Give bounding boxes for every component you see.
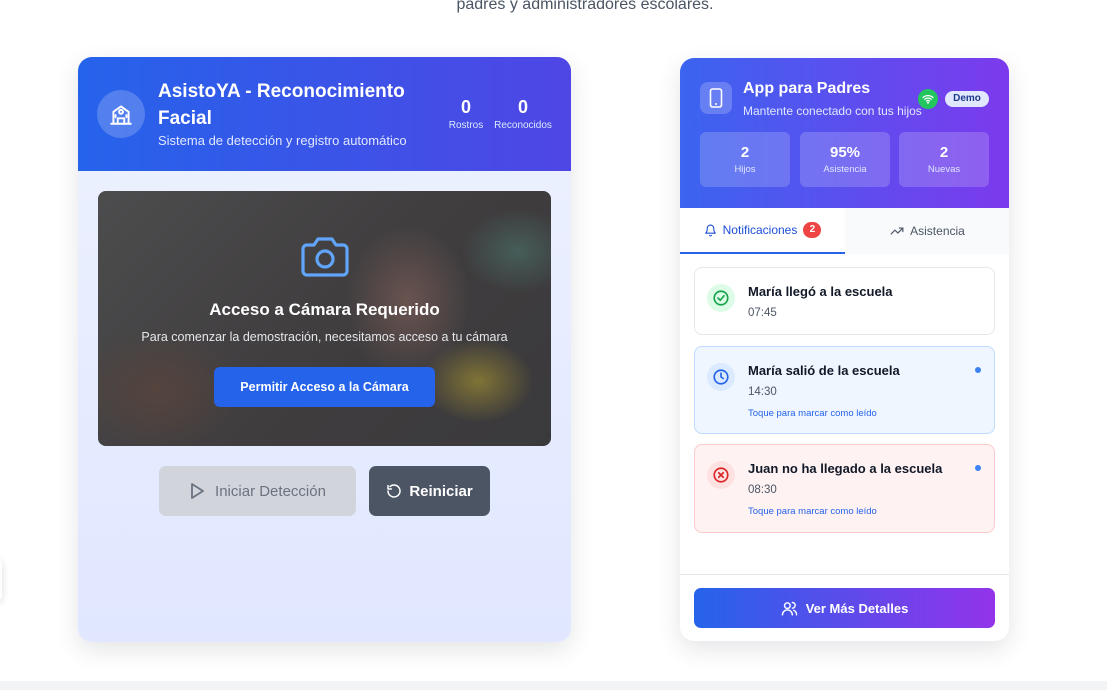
facial-recognition-card: AsistoYA - Reconocimiento Facial Sistema… — [78, 57, 571, 642]
parent-app-tabs: Notificaciones 2 Asistencia — [680, 208, 1009, 254]
notification-time: 07:45 — [748, 307, 777, 319]
parent-app-card: App para Padres Mantente conectado con t… — [680, 58, 1009, 641]
demo-badge: Demo — [945, 91, 989, 107]
start-detection-button[interactable]: Iniciar Detección — [159, 466, 356, 516]
parent-app-title: App para Padres — [743, 80, 871, 97]
start-detection-label: Iniciar Detección — [215, 482, 326, 500]
more-details-button[interactable]: Ver Más Detalles — [694, 588, 995, 628]
camera-required-description: Para comenzar la demostración, necesitam… — [141, 330, 508, 344]
notification-item[interactable]: María llegó a la escuela 07:45 — [694, 267, 995, 335]
new-label: Nuevas — [927, 164, 961, 175]
reset-label: Reiniciar — [409, 482, 473, 500]
new-count: 2 — [939, 144, 949, 161]
children-label: Hijos — [734, 164, 756, 175]
bell-icon — [704, 224, 716, 236]
camera-required-title: Acceso a Cámara Requerido — [209, 300, 440, 319]
attendance-value: 95% — [829, 144, 861, 161]
notification-item[interactable]: Juan no ha llegado a la escuela 08:30 To… — [694, 444, 995, 533]
recognized-label: Reconocidos — [494, 120, 552, 131]
children-stat: 2 Hijos — [700, 132, 790, 187]
reset-button[interactable]: Reiniciar — [369, 466, 490, 516]
x-circle-icon — [707, 461, 735, 489]
offscreen-panel-edge — [0, 560, 2, 600]
recognized-stat: 0 Reconocidos — [493, 97, 553, 131]
tab-notifications[interactable]: Notificaciones 2 — [680, 208, 845, 254]
next-section-edge — [0, 681, 1107, 690]
notification-time: 08:30 — [748, 484, 777, 496]
tab-attendance[interactable]: Asistencia — [845, 208, 1009, 254]
facial-card-header: AsistoYA - Reconocimiento Facial Sistema… — [78, 57, 571, 171]
parent-app-header: App para Padres Mantente conectado con t… — [680, 58, 1009, 208]
check-circle-icon — [707, 284, 735, 312]
trending-up-icon — [890, 227, 904, 235]
children-count: 2 — [740, 144, 750, 161]
tab-attendance-label: Asistencia — [910, 224, 965, 238]
notification-title: María llegó a la escuela — [748, 284, 893, 299]
intro-text: padres y administradores escolares. — [456, 0, 714, 13]
clock-icon — [707, 363, 735, 391]
faces-stat: 0 Rostros — [448, 97, 484, 131]
facial-card-title: AsistoYA - Reconocimiento Facial — [158, 81, 405, 129]
mark-as-read-hint: Toque para marcar como leído — [748, 408, 877, 419]
unread-dot — [975, 367, 981, 373]
tab-notifications-label: Notificaciones — [722, 223, 798, 237]
school-icon — [97, 90, 145, 138]
divider — [680, 574, 1009, 575]
faces-count: 0 — [460, 97, 471, 117]
unread-dot — [975, 465, 981, 471]
facial-card-subtitle: Sistema de detección y registro automáti… — [158, 133, 407, 148]
wifi-icon — [918, 89, 938, 109]
new-stat: 2 Nuevas — [899, 132, 989, 187]
notifications-count-badge: 2 — [803, 222, 822, 238]
camera-preview: Acceso a Cámara Requerido Para comenzar … — [98, 191, 551, 446]
users-icon — [781, 601, 797, 616]
recognized-count: 0 — [517, 97, 528, 117]
faces-label: Rostros — [448, 120, 484, 131]
mark-as-read-hint: Toque para marcar como leído — [748, 506, 877, 517]
notification-title: María salió de la escuela — [748, 363, 900, 378]
allow-camera-button[interactable]: Permitir Acceso a la Cámara — [214, 367, 435, 407]
play-icon — [191, 483, 204, 499]
camera-icon — [299, 235, 351, 279]
more-details-label: Ver Más Detalles — [805, 600, 909, 616]
rotate-icon — [387, 484, 402, 498]
notification-item[interactable]: María salió de la escuela 14:30 Toque pa… — [694, 346, 995, 434]
phone-icon — [700, 82, 732, 114]
notification-title: Juan no ha llegado a la escuela — [748, 461, 943, 476]
notification-time: 14:30 — [748, 386, 777, 398]
attendance-label: Asistencia — [823, 164, 867, 175]
attendance-stat: 95% Asistencia — [800, 132, 890, 187]
parent-app-subtitle: Mantente conectado con tus hijos — [743, 104, 922, 118]
